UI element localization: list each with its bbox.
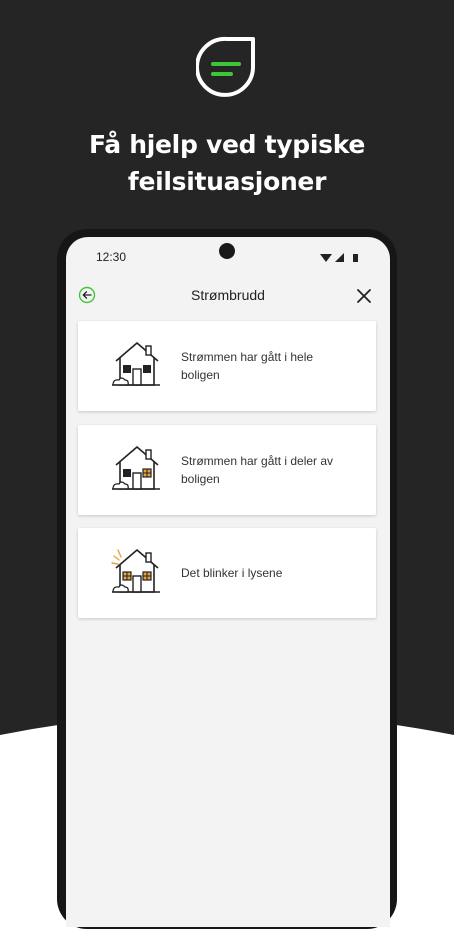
headline-line-1: Få hjelp ved typiske [88,130,366,159]
option-card-flickering-lights[interactable]: Det blinker i lysene [78,528,376,618]
status-icons [320,253,358,262]
battery-icon [353,254,358,262]
signal-icon [335,253,344,262]
phone-screen: 12:30 Strømbrudd Strømmen har gått i hel… [66,237,390,927]
option-card-whole-home[interactable]: Strømmen har gått i hele boligen [78,321,376,411]
close-icon[interactable] [354,286,374,306]
option-label: Det blinker i lysene [181,566,283,580]
house-partial-icon [112,446,160,490]
front-camera [219,243,235,259]
option-label: Strømmen har gått i deler av boligen [181,454,334,486]
app-logo-icon [196,36,255,97]
house-dark-icon [112,342,160,386]
status-time: 12:30 [96,250,127,264]
status-bar: 12:30 [66,237,390,277]
option-label: Strømmen har gått i hele boligen [181,350,314,382]
option-card-partial-home[interactable]: Strømmen har gått i deler av boligen [78,425,376,515]
app-bar: Strømbrudd [66,281,390,311]
headline: Få hjelp ved typiske feilsituasjoner [0,126,454,200]
page-title: Strømbrudd [191,287,265,303]
wifi-icon [320,254,332,262]
headline-line-2: feilsituasjoner [127,167,327,196]
house-flicker-icon [111,549,160,593]
